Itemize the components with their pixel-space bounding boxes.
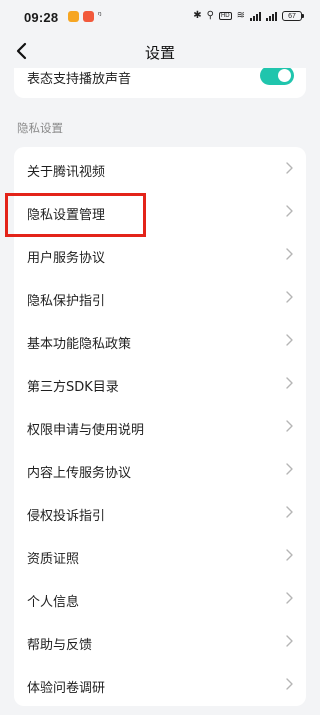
list-item-label: 个人信息 <box>27 595 80 610</box>
location-icon: ⚲ <box>206 10 214 21</box>
list-item-personal-info[interactable]: 个人信息 <box>14 577 306 620</box>
list-item-label: 体验问卷调研 <box>27 681 106 696</box>
list-item-survey[interactable]: 体验问卷调研 <box>14 663 306 706</box>
list-item-label: 侵权投诉指引 <box>27 509 106 524</box>
list-item-infringement-guide[interactable]: 侵权投诉指引 <box>14 491 306 534</box>
notification-icons: ᵑ <box>68 11 102 22</box>
vibrate-icon: ✱ <box>193 10 202 21</box>
sound-toggle[interactable] <box>260 66 294 85</box>
list-item-user-agreement[interactable]: 用户服务协议 <box>14 233 306 276</box>
list-item-label: 权限申请与使用说明 <box>27 423 145 438</box>
signal-icon <box>266 11 277 21</box>
chevron-right-icon <box>286 635 293 647</box>
list-item-label: 内容上传服务协议 <box>27 466 132 481</box>
nfc-icon: ᵑ <box>98 11 102 21</box>
list-item-upload-agreement[interactable]: 内容上传服务协议 <box>14 448 306 491</box>
chevron-right-icon <box>286 678 293 690</box>
hd-icon: HD <box>218 11 232 20</box>
list-item-permissions-guide[interactable]: 权限申请与使用说明 <box>14 405 306 448</box>
chevron-right-icon <box>286 592 293 604</box>
battery-icon: 67 <box>282 10 304 21</box>
wifi-icon: ≋ <box>236 10 245 21</box>
list-item-label: 关于腾讯视频 <box>27 165 106 180</box>
chevron-right-icon <box>286 549 293 561</box>
chevron-right-icon <box>286 291 293 303</box>
chevron-right-icon <box>286 334 293 346</box>
list-item-third-party-sdk[interactable]: 第三方SDK目录 <box>14 362 306 405</box>
app-notification-icon <box>83 11 94 22</box>
list-item-privacy-guide[interactable]: 隐私保护指引 <box>14 276 306 319</box>
list-item-about[interactable]: 关于腾讯视频 <box>14 147 306 190</box>
status-bar: 09:28 ᵑ ✱ ⚲ HD ≋ 67 <box>0 0 320 34</box>
list-item-label: 隐私保护指引 <box>27 294 106 309</box>
list-item-qualifications[interactable]: 资质证照 <box>14 534 306 577</box>
list-item-label: 帮助与反馈 <box>27 638 93 653</box>
chevron-right-icon <box>286 420 293 432</box>
list-item-label: 基本功能隐私政策 <box>27 337 132 352</box>
section-header-privacy: 隐私设置 <box>17 121 63 135</box>
sound-setting-label: 表态支持播放声音 <box>27 72 132 87</box>
chevron-right-icon <box>286 506 293 518</box>
status-time: 09:28 <box>24 10 59 25</box>
status-indicators: ✱ ⚲ HD ≋ 67 <box>193 10 304 21</box>
navigation-bar: 设置 <box>0 34 320 68</box>
chevron-right-icon <box>286 377 293 389</box>
signal-icon <box>250 11 261 21</box>
chevron-right-icon <box>286 463 293 475</box>
chevron-right-icon <box>286 205 293 217</box>
page-title: 设置 <box>144 44 175 62</box>
highlight-annotation <box>5 193 146 237</box>
chevron-right-icon <box>286 248 293 260</box>
list-item-label: 第三方SDK目录 <box>27 380 119 395</box>
app-notification-icon <box>68 11 79 22</box>
list-item-help-feedback[interactable]: 帮助与反馈 <box>14 620 306 663</box>
chevron-right-icon <box>286 162 293 174</box>
list-item-label: 资质证照 <box>27 552 80 567</box>
list-item-label: 用户服务协议 <box>27 251 106 266</box>
list-item-basic-privacy-policy[interactable]: 基本功能隐私政策 <box>14 319 306 362</box>
